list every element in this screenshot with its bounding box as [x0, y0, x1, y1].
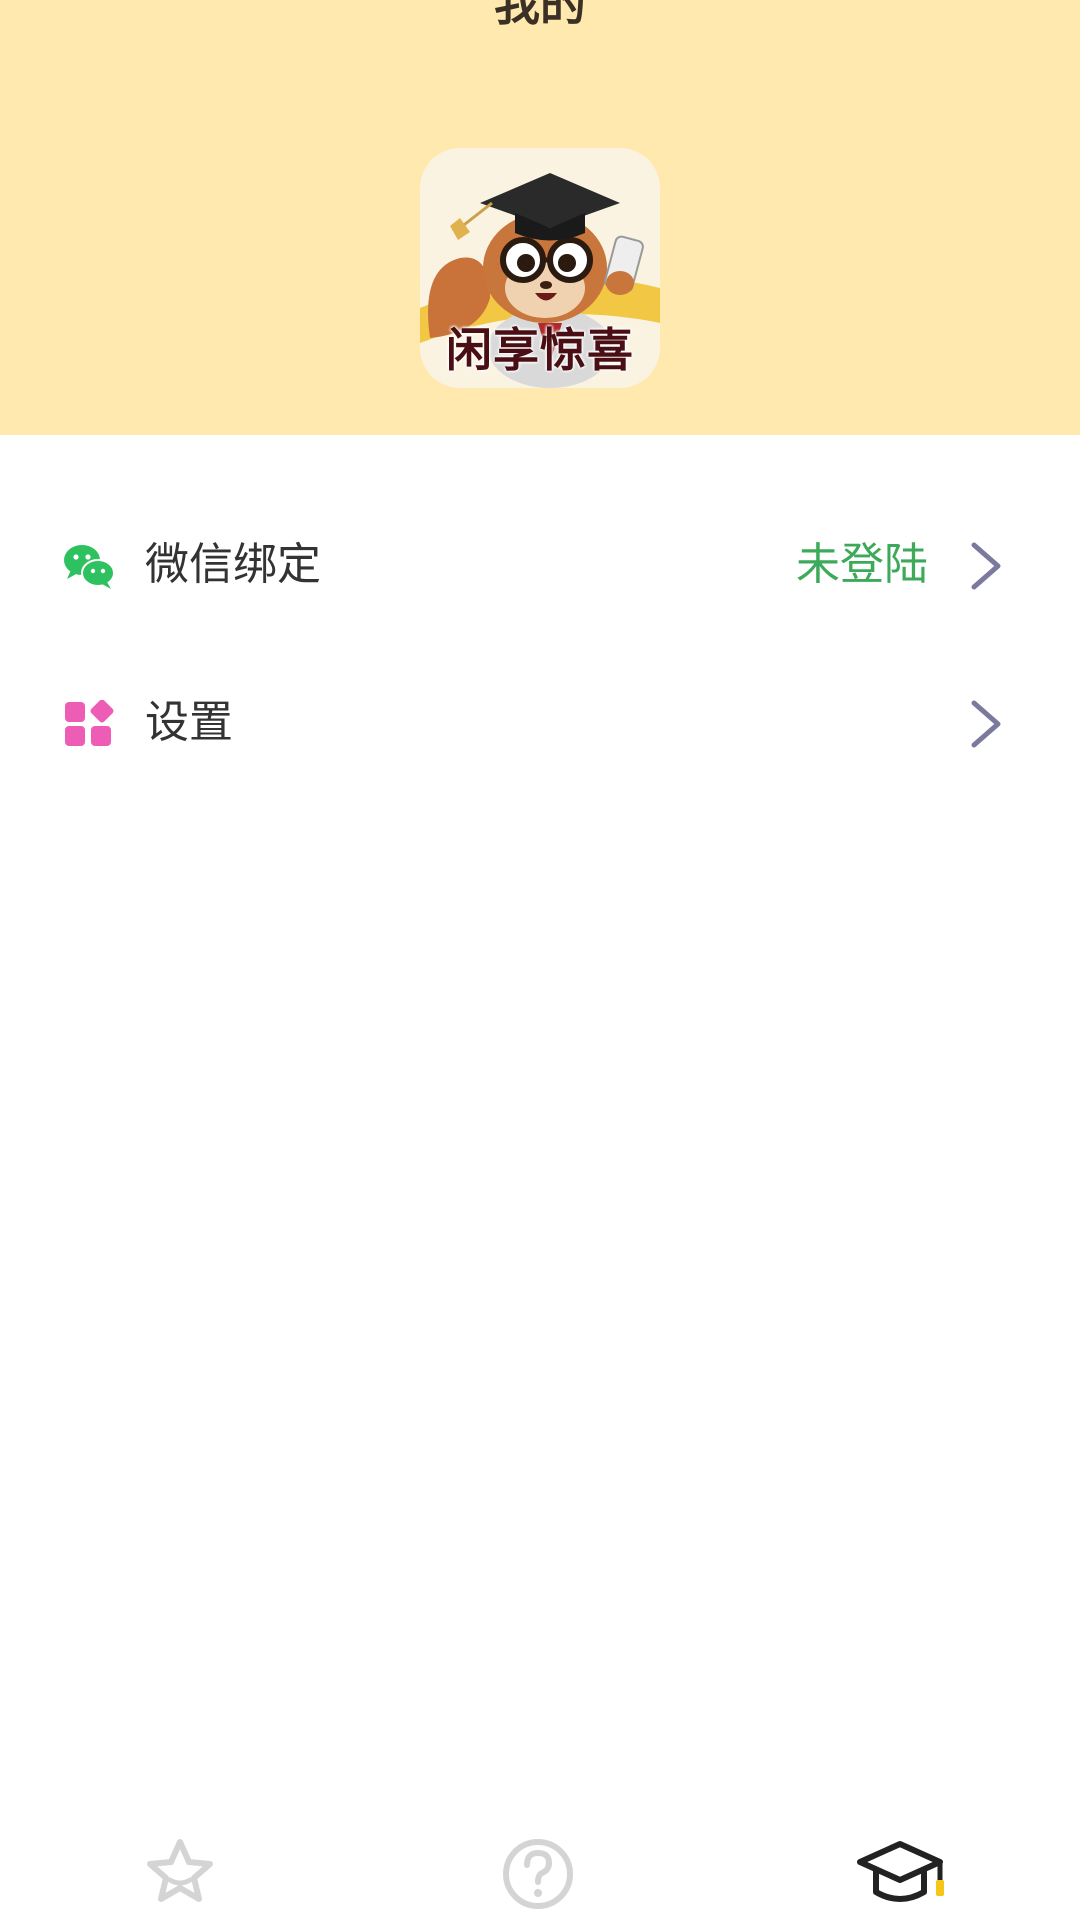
- profile-header: 我的 闲享惊喜: [0, 0, 1080, 435]
- app-logo: 闲享惊喜: [420, 148, 660, 388]
- chevron-right-icon: [968, 699, 1004, 749]
- graduation-cap-icon: [857, 1841, 944, 1902]
- star-icon: [147, 1839, 213, 1902]
- tab-favorites[interactable]: [130, 1820, 230, 1920]
- menu-label-wechat-binding: 微信绑定: [145, 539, 321, 590]
- tab-help[interactable]: [488, 1820, 588, 1920]
- question-circle-icon: [503, 1839, 573, 1909]
- profile-page: 我的 闲享惊喜 微信绑定 未登陆 设置: [0, 0, 1080, 1920]
- login-status-text: 未登陆: [796, 539, 928, 590]
- menu-item-settings[interactable]: 设置: [0, 663, 1080, 783]
- menu-label-settings: 设置: [145, 697, 233, 748]
- grid-apps-icon: [63, 699, 115, 748]
- menu-item-wechat-binding[interactable]: 微信绑定 未登陆: [0, 505, 1080, 625]
- bottom-tab-bar: [0, 1820, 1080, 1920]
- wechat-icon: [63, 542, 115, 590]
- chevron-right-icon: [968, 541, 1004, 591]
- page-title: 我的: [494, 0, 586, 31]
- tab-learn[interactable]: [850, 1820, 950, 1920]
- app-logo-text: 闲享惊喜: [446, 323, 634, 377]
